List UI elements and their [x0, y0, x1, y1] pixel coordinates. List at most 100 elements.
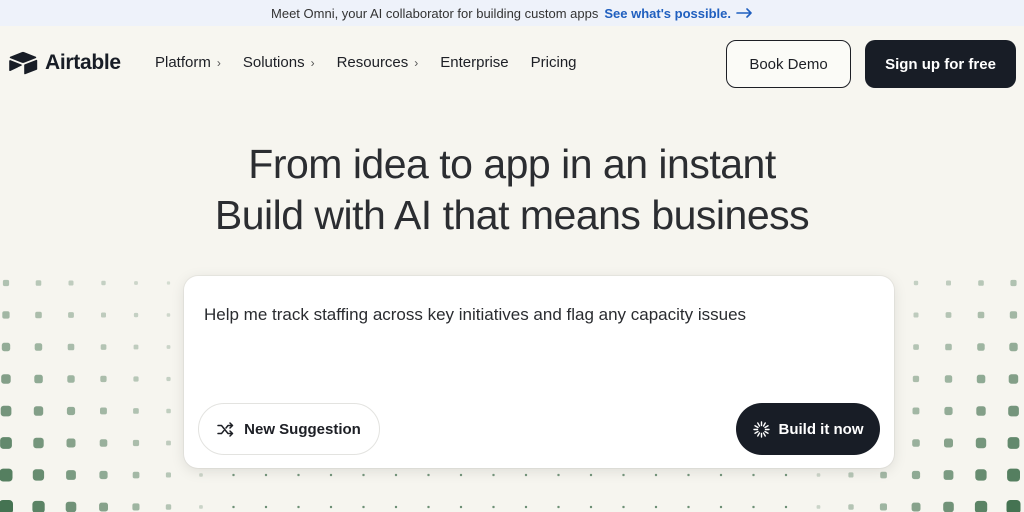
pattern-dot [848, 472, 854, 478]
announcement-link-label: See what's possible. [604, 5, 731, 21]
sparkle-loader-icon [752, 420, 770, 438]
pattern-dot [166, 376, 171, 382]
pattern-dot [362, 473, 365, 477]
pattern-dot [911, 502, 921, 512]
nav-item-solutions[interactable]: Solutions › [243, 54, 315, 71]
pattern-dot [132, 439, 140, 447]
pattern-dot [0, 500, 13, 512]
signup-button[interactable]: Sign up for free [865, 40, 1016, 88]
pattern-dot [913, 344, 919, 350]
pattern-dot [65, 501, 77, 512]
announcement-link[interactable]: See what's possible. [604, 6, 753, 21]
new-suggestion-button[interactable]: New Suggestion [198, 403, 380, 455]
pattern-dot [67, 375, 75, 383]
pattern-dot [297, 473, 300, 477]
pattern-dot [879, 503, 887, 511]
nav-item-enterprise[interactable]: Enterprise [440, 54, 508, 71]
pattern-dot [35, 280, 42, 286]
pattern-dot [975, 469, 987, 481]
pattern-dot [34, 343, 43, 351]
arrow-right-icon [736, 8, 752, 18]
pattern-dot [978, 280, 984, 286]
pattern-dot [166, 313, 171, 317]
announcement-bar: Meet Omni, your AI collaborator for buil… [0, 0, 1024, 26]
sparkle-ray [756, 431, 760, 437]
pattern-dot [132, 471, 140, 479]
sparkle-ray [756, 421, 760, 427]
pattern-dot [784, 473, 788, 477]
pattern-dot [589, 505, 593, 509]
pattern-dot [297, 505, 300, 509]
pattern-dot [100, 344, 107, 350]
prompt-input[interactable]: Help me track staffing across key initia… [204, 305, 746, 325]
pattern-dot [459, 505, 463, 509]
sparkle-ray [762, 431, 766, 437]
pattern-dot [977, 311, 985, 319]
pattern-dot [1008, 405, 1019, 417]
pattern-dot [622, 473, 625, 477]
nav-item-platform[interactable]: Platform › [155, 54, 221, 71]
pattern-dot [264, 505, 268, 509]
hero-line-2: Build with AI that means business [214, 192, 810, 238]
pattern-dot [913, 312, 919, 318]
pattern-dot [133, 376, 139, 382]
pattern-dot [719, 505, 723, 509]
pattern-dot [524, 505, 528, 509]
pattern-dot [166, 281, 171, 285]
pattern-dot [492, 473, 495, 477]
pattern-dot [99, 439, 108, 447]
pattern-dot [32, 469, 45, 481]
airtable-logo[interactable]: Airtable [8, 51, 121, 75]
pattern-dot [589, 473, 593, 477]
pattern-dot [329, 505, 333, 509]
pattern-dot [911, 470, 921, 480]
pattern-dot [880, 471, 887, 479]
pattern-dot [2, 279, 10, 287]
pattern-dot [264, 473, 268, 477]
pattern-dot [944, 438, 953, 448]
pattern-dot [0, 468, 13, 482]
pattern-dot [32, 500, 45, 512]
pattern-dot [784, 505, 788, 509]
pattern-dot [134, 281, 138, 285]
pattern-dot [1008, 374, 1019, 384]
pattern-dot [974, 500, 988, 512]
pattern-dot [166, 408, 171, 414]
pattern-dot [427, 505, 430, 509]
pattern-dot [946, 280, 951, 286]
pattern-dot [0, 437, 12, 449]
pattern-dot [232, 473, 235, 477]
pattern-dot [492, 505, 495, 509]
pattern-dot [101, 312, 106, 318]
pattern-dot [66, 438, 76, 448]
pattern-dot [166, 345, 171, 349]
pattern-dot [1009, 311, 1018, 319]
pattern-dot [913, 280, 919, 286]
nav-item-label: Pricing [530, 54, 577, 71]
book-demo-button[interactable]: Book Demo [726, 40, 851, 88]
nav-item-label: Platform [155, 54, 211, 71]
chevron-right-icon: › [310, 55, 315, 70]
pattern-dot [977, 343, 985, 351]
pattern-dot [100, 407, 107, 415]
pattern-dot [199, 505, 203, 509]
new-suggestion-label: New Suggestion [244, 420, 361, 438]
pattern-dot [427, 473, 430, 477]
pattern-dot [199, 473, 203, 477]
nav-item-pricing[interactable]: Pricing [531, 54, 577, 71]
pattern-dot [329, 473, 333, 477]
pattern-dot [133, 344, 139, 350]
logo-text: Airtable [45, 51, 121, 74]
sparkle-ray [762, 421, 766, 427]
build-it-now-button[interactable]: Build it now [736, 403, 880, 455]
airtable-logo-icon [9, 51, 38, 75]
pattern-dot [1009, 342, 1018, 352]
pattern-dot [622, 505, 625, 509]
pattern-dot [459, 473, 463, 477]
pattern-dot [654, 473, 658, 477]
nav-item-resources[interactable]: Resources › [337, 54, 419, 71]
pattern-dot [68, 280, 74, 286]
pattern-dot [1007, 437, 1020, 449]
pattern-dot [100, 375, 107, 383]
sparkle-ray [753, 424, 759, 428]
